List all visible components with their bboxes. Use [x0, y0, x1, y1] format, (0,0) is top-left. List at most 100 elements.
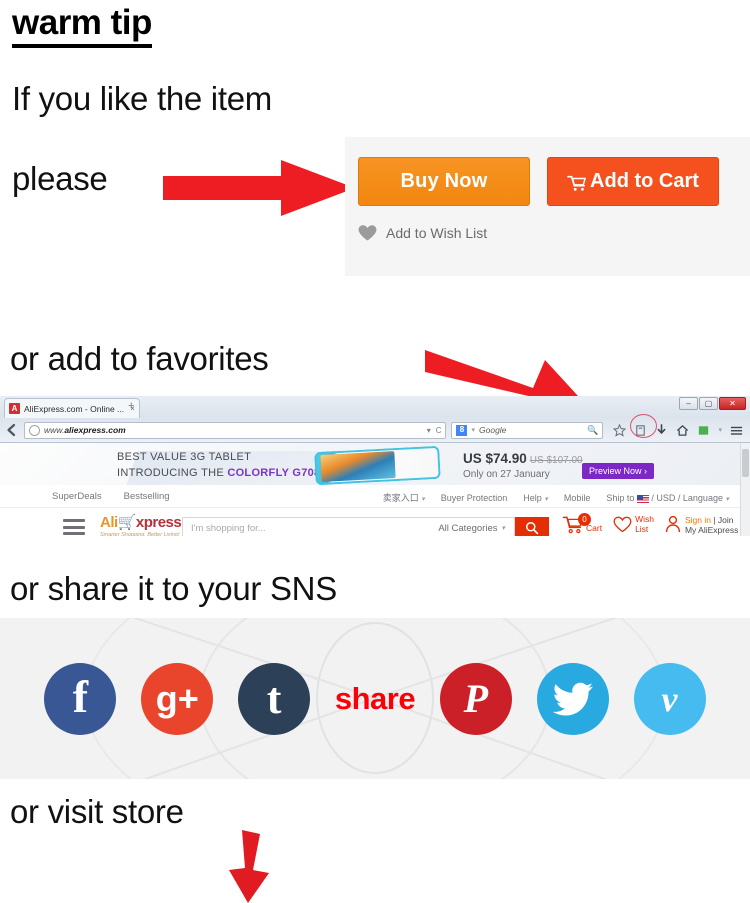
wish-line-2: List — [635, 523, 649, 534]
twitter-icon[interactable] — [536, 662, 609, 735]
buy-button-row: Buy Now Add to Cart — [358, 157, 719, 206]
tablet-product-image — [314, 445, 441, 485]
browser-tab-strip: A AliExpress.com - Online ... × + – ▢ ✕ — [0, 396, 750, 418]
facebook-icon[interactable]: f — [44, 662, 117, 735]
banner-old-price: US $107.00 — [529, 455, 583, 466]
subnav-buyer-protection[interactable]: Buyer Protection — [441, 493, 508, 503]
home-icon[interactable] — [676, 424, 689, 437]
reading-list-icon[interactable] — [634, 424, 647, 437]
text-if-you-like: If you like the item — [12, 80, 272, 117]
text-or-visit-store: or visit store — [10, 793, 184, 830]
browser-tab[interactable]: A AliExpress.com - Online ... × — [4, 398, 140, 418]
downloads-icon[interactable] — [655, 423, 668, 437]
us-flag-icon — [636, 495, 649, 504]
aliexpress-header: Ali🛒xpress Smarter Shopping, Better Livi… — [0, 508, 745, 536]
address-bar-actions: ▾ C — [427, 426, 442, 435]
aliexpress-logo[interactable]: Ali🛒xpress Smarter Shopping, Better Livi… — [100, 514, 182, 536]
maximize-button[interactable]: ▢ — [699, 397, 718, 410]
my-aliexpress-link[interactable]: My AliExpress — [685, 525, 738, 535]
text-or-add-favorites: or add to favorites — [10, 340, 269, 377]
favicon-icon: A — [9, 403, 20, 414]
hamburger-menu-icon[interactable] — [63, 519, 85, 535]
engine-caret-icon[interactable]: ▾ — [471, 426, 475, 434]
text-or-share-sns: or share it to your SNS — [10, 570, 337, 607]
subnav-left-links: SuperDeals Bestselling — [52, 491, 170, 502]
buy-now-button[interactable]: Buy Now — [358, 157, 530, 206]
header-actions: 0 Cart Wish List Sign in | Join My AliEx… — [562, 513, 738, 535]
address-bar[interactable]: www.aliexpress.com ▾ C — [24, 421, 447, 439]
add-to-wish-list-button[interactable]: Add to Wish List — [358, 224, 487, 242]
globe-icon — [29, 424, 40, 436]
person-icon — [665, 515, 681, 533]
cart-count-badge: 0 — [578, 513, 591, 526]
add-to-cart-label: Add to Cart — [590, 170, 699, 192]
google-plus-icon[interactable]: g+ — [141, 662, 214, 735]
search-magnifier-icon[interactable]: 🔍 — [587, 425, 598, 436]
aliexpress-subnav: SuperDeals Bestselling 卖家入口 ▾ Buyer Prot… — [0, 485, 745, 508]
browser-scrollbar[interactable] — [740, 443, 750, 536]
aliexpress-promo-banner: BEST VALUE 3G TABLET INTRODUCING THE COL… — [0, 443, 745, 485]
logo-wordmark: Ali🛒xpress — [100, 514, 182, 531]
subnav-superdeals[interactable]: SuperDeals — [52, 491, 102, 502]
tab-title: AliExpress.com - Online ... — [24, 403, 125, 414]
bookmark-star-icon[interactable] — [613, 423, 627, 437]
share-label: share — [334, 680, 416, 716]
wish-list-label: Add to Wish List — [386, 225, 488, 241]
subnav-mobile[interactable]: Mobile — [564, 493, 591, 503]
url-text: www.aliexpress.com — [44, 425, 126, 435]
preview-now-button[interactable]: Preview Now › — [582, 463, 655, 479]
facebook-glyph: f — [72, 670, 89, 722]
subnav-ship-to[interactable]: Ship to / USD / Language ▾ — [606, 493, 729, 504]
tumblr-glyph: t — [266, 673, 282, 723]
cart-button[interactable]: 0 Cart — [562, 513, 602, 534]
browser-toolbar-icons: ▾ — [608, 423, 745, 437]
minimize-button[interactable]: – — [679, 397, 698, 410]
window-controls: – ▢ ✕ — [679, 397, 746, 410]
wish-line-1: Wish — [635, 514, 654, 524]
extension-icon[interactable] — [697, 424, 710, 437]
banner-line-1: BEST VALUE 3G TABLET — [117, 451, 252, 463]
heart-icon — [358, 225, 377, 241]
page-title: warm tip — [12, 4, 152, 48]
banner-text: BEST VALUE 3G TABLET INTRODUCING THE COL… — [117, 450, 320, 482]
red-right-arrow-icon — [163, 160, 355, 216]
vimeo-icon[interactable]: v — [633, 662, 706, 735]
google-badge-icon: 8 — [456, 424, 468, 436]
red-down-arrow-icon — [229, 830, 269, 903]
magnifier-icon — [526, 522, 539, 535]
site-search-field[interactable]: I'm shopping for... All Categories ▾ — [182, 517, 515, 536]
subnav-seller-entrance[interactable]: 卖家入口 ▾ — [383, 491, 425, 504]
dropdown-caret-icon[interactable]: ▾ — [427, 426, 431, 435]
browser-nav-row: www.aliexpress.com ▾ C 8 ▾ Google 🔍 ▾ — [0, 418, 750, 442]
wish-list-button[interactable]: Wish List — [613, 514, 654, 535]
search-submit-button[interactable] — [515, 517, 549, 536]
subnav-help[interactable]: Help ▾ — [523, 493, 548, 503]
reload-icon[interactable]: C — [436, 426, 442, 435]
pinterest-icon[interactable]: P — [439, 662, 512, 735]
wish-list-label-lines: Wish List — [635, 514, 654, 535]
google-plus-glyph: g+ — [155, 677, 199, 719]
search-input[interactable]: I'm shopping for... — [183, 523, 438, 534]
new-tab-icon[interactable]: + — [128, 401, 134, 412]
text-please: please — [12, 160, 108, 197]
tumblr-icon[interactable]: t — [238, 662, 311, 735]
close-window-button[interactable]: ✕ — [719, 397, 746, 410]
subnav-right-links: 卖家入口 ▾ Buyer Protection Help ▾ Mobile Sh… — [383, 491, 729, 504]
extension-caret-icon[interactable]: ▾ — [718, 426, 722, 434]
add-to-cart-button[interactable]: Add to Cart — [547, 157, 719, 206]
banner-price: US $74.90 US $107.00 — [463, 451, 583, 466]
join-link[interactable]: | Join — [713, 515, 733, 525]
social-icons-row: f g+ t share P v — [0, 618, 750, 779]
vimeo-glyph: v — [661, 678, 678, 719]
subnav-bestselling[interactable]: Bestselling — [124, 491, 170, 502]
aliexpress-buy-panel: Buy Now Add to Cart Add to Wish List — [345, 137, 750, 276]
back-arrow-icon[interactable] — [5, 423, 19, 437]
browser-menu-icon[interactable] — [730, 424, 743, 437]
browser-chrome: A AliExpress.com - Online ... × + – ▢ ✕ … — [0, 396, 750, 443]
account-labels: Sign in | Join My AliExpress — [685, 515, 738, 535]
account-button[interactable]: Sign in | Join My AliExpress — [665, 515, 738, 535]
browser-search-box[interactable]: 8 ▾ Google 🔍 — [451, 421, 604, 439]
logo-tagline: Smarter Shopping, Better Living! — [100, 532, 180, 536]
category-select[interactable]: All Categories ▾ — [438, 523, 514, 534]
sign-in-link[interactable]: Sign in — [685, 515, 711, 525]
